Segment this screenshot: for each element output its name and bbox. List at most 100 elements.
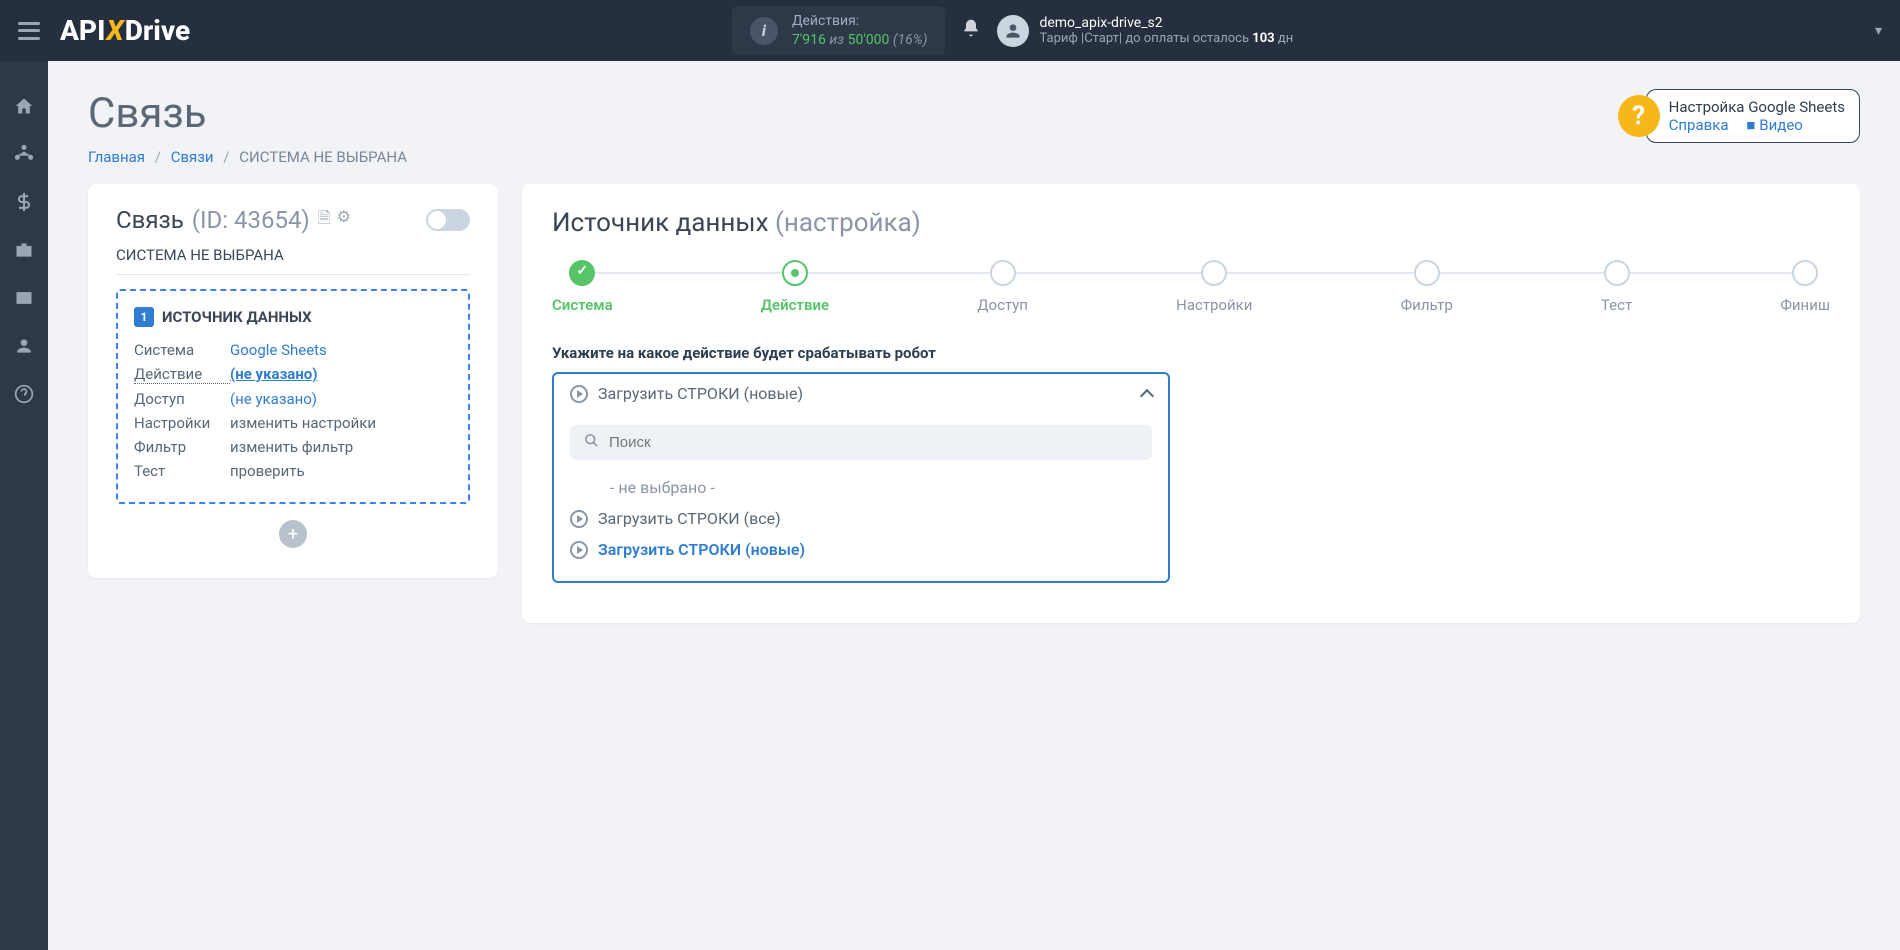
right-subtitle: (настройка) [775,208,921,238]
step-label: Тест [1601,296,1632,314]
username: demo_apix-drive_s2 [1039,15,1293,31]
play-icon [570,510,588,528]
action-dropdown[interactable]: Загрузить СТРОКИ (новые) - не выбрано -З… [552,372,1170,583]
step[interactable]: Фильтр [1401,260,1453,314]
actions-used: 7'916 [792,32,826,48]
step[interactable]: Настройки [1176,260,1252,314]
step[interactable]: Финиш [1780,260,1830,314]
help-badge-icon[interactable]: ? [1618,95,1660,137]
conn-id: (ID: 43654) [192,206,310,234]
kv-key: Тест [134,462,230,480]
kv-key: Фильтр [134,438,230,456]
kv-value: изменить настройки [230,414,376,432]
breadcrumb: Главная / Связи / СИСТЕМА НЕ ВЫБРАНА [88,148,407,166]
help-video-link[interactable]: ■Видео [1746,116,1803,134]
connection-card: Связь (ID: 43654) 🗎 ⚙ СИСТЕМА НЕ ВЫБРАНА… [88,184,498,578]
instruction: Укажите на какое действие будет срабатыв… [552,344,1830,362]
topbar-expand-icon[interactable]: ▾ [1835,23,1882,39]
logo-drive: Drive [125,14,190,47]
search-input[interactable] [609,434,1138,451]
search-icon [584,433,599,452]
step[interactable]: Доступ [977,260,1028,314]
nav-home-icon[interactable] [13,95,35,117]
kv-key: Система [134,341,230,359]
step-dot [990,260,1016,286]
actions-usage-pill[interactable]: i Действия: 7'916 из 50'000 (16%) [732,6,946,54]
step-label: Доступ [977,296,1028,314]
kv-key: Доступ [134,390,230,408]
step-dot [1201,260,1227,286]
dropdown-selected[interactable]: Загрузить СТРОКИ (новые) [554,374,1168,413]
dropdown-option[interactable]: Загрузить СТРОКИ (новые) [570,534,1152,565]
kv-row: Настройкиизменить настройки [134,414,452,432]
topbar: API X Drive i Действия: 7'916 из 50'000 … [0,0,1900,61]
kv-row: Тестпроверить [134,462,452,480]
tariff-line: Тариф |Старт| до оплаты осталось 103 дн [1039,31,1293,46]
nav-account-icon[interactable] [13,335,35,357]
kv-value: изменить фильтр [230,438,353,456]
step-label: Фильтр [1401,296,1453,314]
logo[interactable]: API X Drive [60,14,190,47]
kv-row: Доступ(не указано) [134,390,452,408]
page-title: Связь [88,89,407,138]
nav-connections-icon[interactable] [13,143,35,165]
video-icon: ■ [1746,116,1755,134]
stepper: Система Действие Доступ Настройки Фильтр Тест… [552,260,1830,314]
step-dot [1792,260,1818,286]
kv-value[interactable]: Google Sheets [230,341,327,359]
avatar-icon [997,15,1029,47]
kv-key: Настройки [134,414,230,432]
logo-x: X [106,14,123,47]
step-label: Система [552,296,613,314]
nav-billing-icon[interactable] [13,191,35,213]
actions-pct: (16%) [893,32,928,48]
help-box: ? Настройка Google Sheets Справка ■Видео [1618,89,1860,143]
logo-api: API [60,14,105,47]
step[interactable]: Тест [1601,260,1632,314]
help-ref-link[interactable]: Справка [1669,116,1729,134]
actions-sep: из [829,32,844,48]
step-dot [1604,260,1630,286]
add-step-button[interactable]: + [279,520,307,548]
hamburger-menu[interactable] [18,22,40,40]
step-dot [569,260,595,286]
kv-key: Действие [134,365,230,384]
info-icon: i [750,17,778,45]
kv-row: Фильтризменить фильтр [134,438,452,456]
play-icon [570,541,588,559]
right-title: Источник данных [552,208,769,238]
badge-one: 1 [134,307,154,327]
kv-value[interactable]: (не указано) [230,390,317,408]
kv-value[interactable]: (не указано) [230,365,318,384]
nav-briefcase-icon[interactable] [13,239,35,261]
help-title: Настройка Google Sheets [1669,98,1845,116]
step[interactable]: Система [552,260,613,314]
step-label: Финиш [1780,296,1830,314]
gear-icon[interactable]: ⚙ [337,207,351,234]
breadcrumb-links[interactable]: Связи [171,148,214,166]
sidenav [0,61,48,950]
kv-value: проверить [230,462,305,480]
step-dot [782,260,808,286]
step-label: Настройки [1176,296,1252,314]
actions-label: Действия: [792,12,928,30]
source-box: 1 ИСТОЧНИК ДАННЫХ СистемаGoogle SheetsДе… [116,289,470,504]
dropdown-option[interactable]: - не выбрано - [570,472,1152,503]
nav-video-icon[interactable] [13,287,35,309]
conn-label: Связь [116,206,184,234]
breadcrumb-current: СИСТЕМА НЕ ВЫБРАНА [239,148,407,166]
bell-icon[interactable] [961,18,981,43]
breadcrumb-home[interactable]: Главная [88,148,145,166]
system-not-selected: СИСТЕМА НЕ ВЫБРАНА [116,246,470,275]
dropdown-search[interactable] [570,425,1152,460]
dropdown-option[interactable]: Загрузить СТРОКИ (все) [570,503,1152,534]
actions-limit: 50'000 [848,32,890,48]
kv-row: Действие(не указано) [134,365,452,384]
step[interactable]: Действие [761,260,829,314]
play-icon [570,385,588,403]
nav-help-icon[interactable] [13,383,35,405]
enable-toggle[interactable] [426,209,470,231]
copy-icon[interactable]: 🗎 [318,207,331,234]
step-label: Действие [761,296,829,314]
user-menu[interactable]: demo_apix-drive_s2 Тариф |Старт| до опла… [997,15,1293,47]
